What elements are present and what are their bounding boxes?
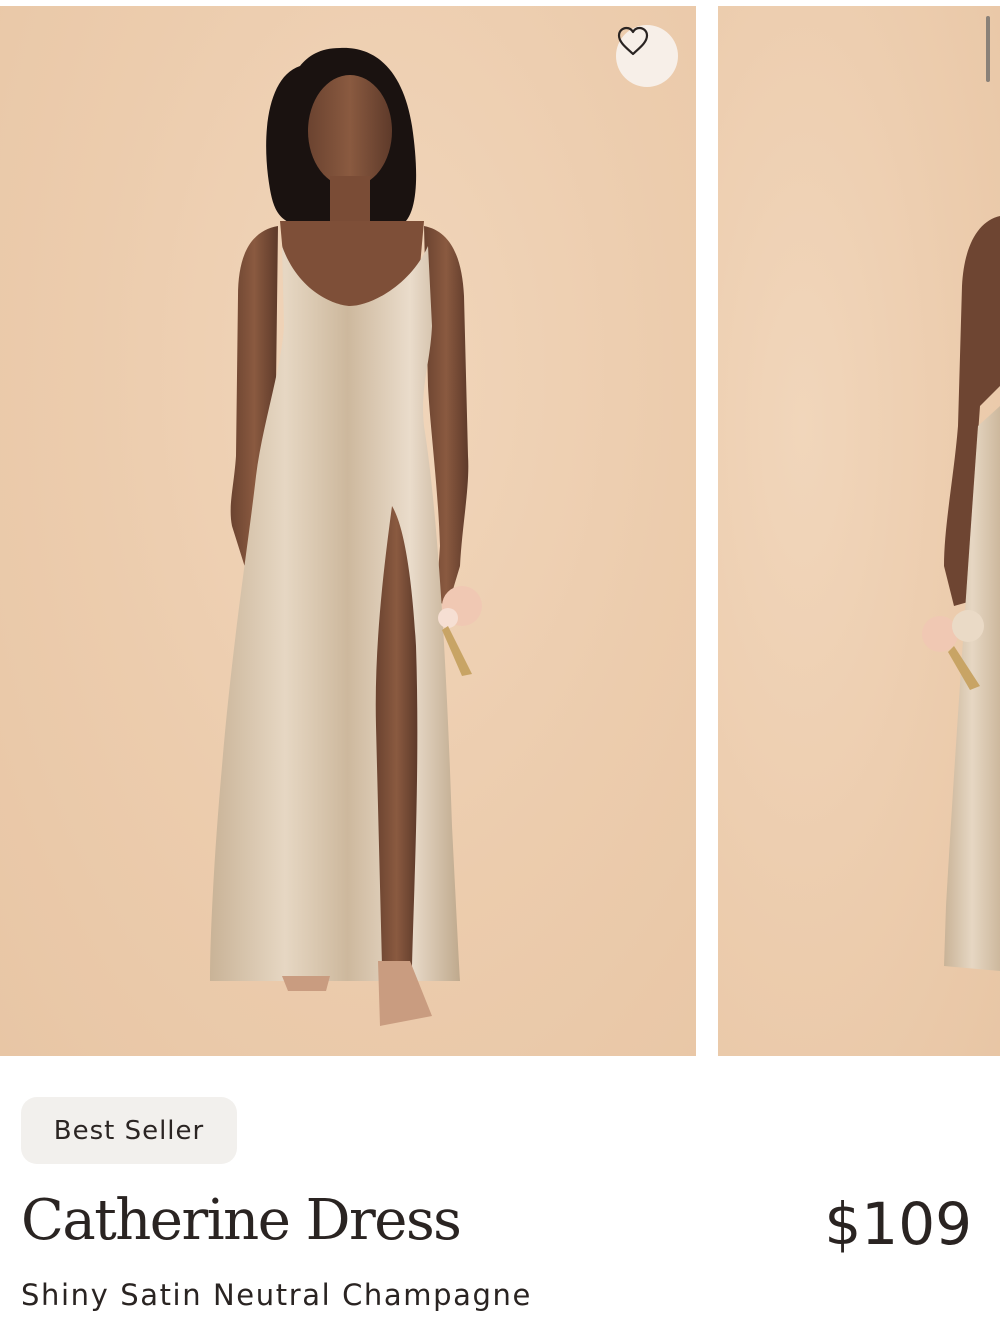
product-image-main[interactable] (0, 6, 696, 1056)
product-card-page: Best Seller Catherine Dress $109 Shiny S… (0, 0, 1000, 1333)
product-title[interactable]: Catherine Dress (21, 1188, 462, 1253)
product-variant: Shiny Satin Neutral Champagne (21, 1278, 532, 1312)
heart-outline-icon (617, 26, 649, 56)
model-illustration-partial (922, 216, 1000, 971)
product-price: $109 (824, 1190, 972, 1258)
favorite-button[interactable] (616, 25, 678, 87)
scroll-indicator[interactable] (986, 16, 990, 82)
model-illustration (210, 47, 482, 1026)
product-image-next[interactable] (718, 6, 1000, 1056)
best-seller-badge: Best Seller (21, 1097, 237, 1164)
product-image-gallery[interactable] (0, 6, 1000, 1056)
